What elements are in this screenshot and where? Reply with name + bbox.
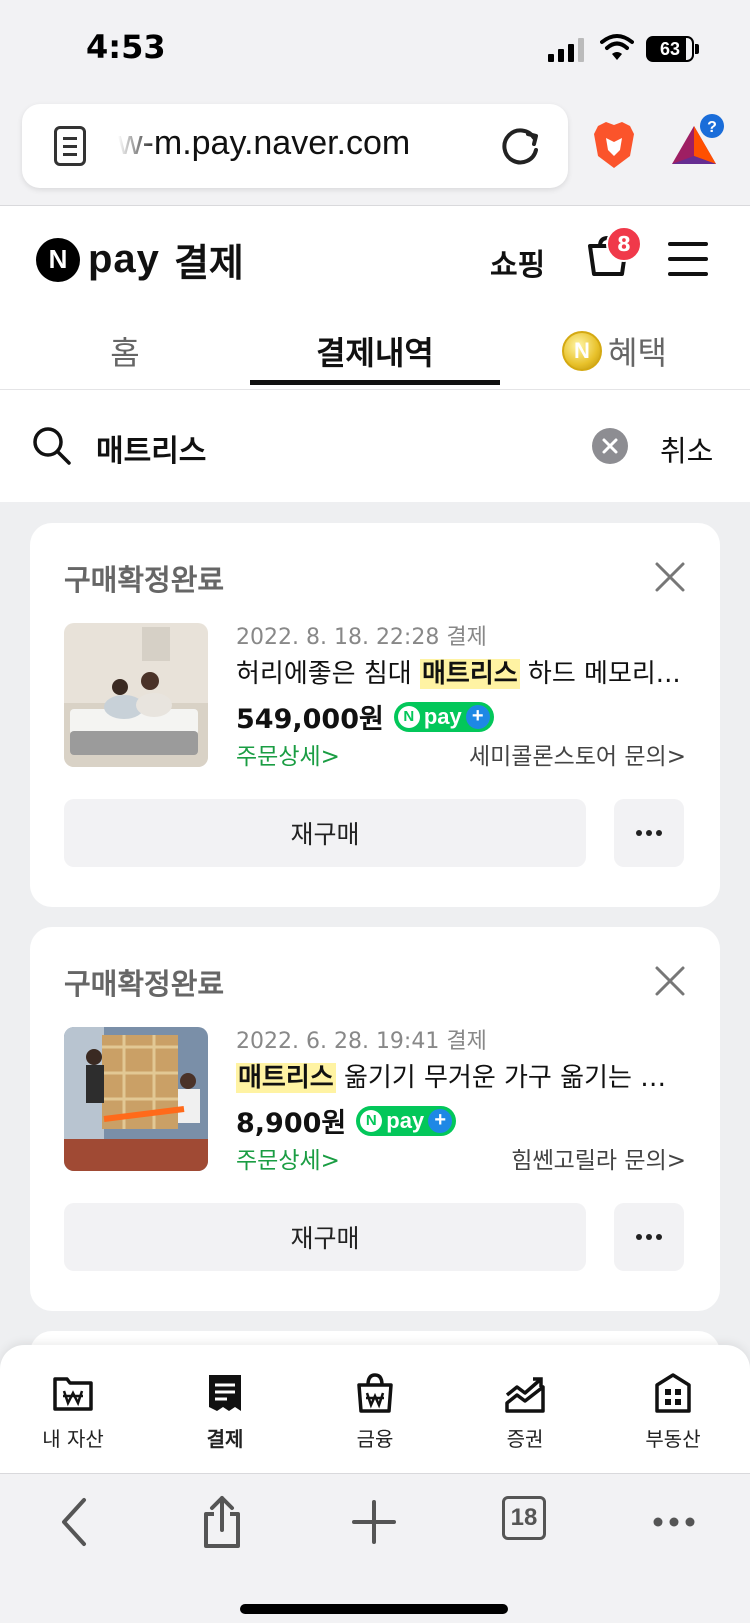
brave-shield-icon[interactable] — [592, 120, 636, 170]
price-row: 8,900원 N pay + — [236, 1101, 457, 1140]
order-detail-link[interactable]: 주문상세> — [236, 737, 340, 771]
home-indicator — [240, 1604, 508, 1614]
cancel-search-button[interactable]: 취소 — [660, 428, 713, 470]
more-options-button[interactable] — [614, 1203, 684, 1271]
nav-my-assets[interactable]: 내 자산 — [8, 1371, 138, 1452]
battery-icon: 63 — [646, 36, 694, 62]
svg-text:?: ? — [707, 119, 717, 136]
seller-inquiry-link[interactable]: 힘쎈고릴라 문의> — [511, 1141, 686, 1175]
back-icon[interactable] — [56, 1494, 92, 1550]
search-bar: 매트리스 취소 — [0, 390, 750, 502]
npay-n-icon: N — [397, 705, 420, 728]
product-title[interactable]: 매트리스 옮기기 무거운 가구 옮기는 기... — [236, 1057, 686, 1094]
seller-inquiry-link[interactable]: 세미콜론스토어 문의> — [469, 737, 686, 771]
clear-search-icon[interactable] — [592, 428, 628, 464]
order-status: 구매확정완료 — [64, 967, 225, 1001]
title-prefix: 허리에좋은 침대 — [236, 659, 420, 689]
battery-tip — [695, 44, 699, 54]
wifi-icon — [600, 34, 634, 60]
title-suffix: 옮기기 무거운 가구 옮기는 기... — [335, 1063, 686, 1093]
status-bar: 4:53 63 — [0, 0, 750, 100]
bottom-navigation: 내 자산 결제 금융 증권 부동산 — [0, 1345, 750, 1473]
npay-text: pay — [423, 703, 462, 729]
order-card: 구매확정완료 2022. 6. 28. 19:41 결제 매트리스 옮기기 무거… — [30, 927, 720, 1311]
title-suffix: 하드 메모리... — [519, 659, 681, 689]
order-date: 2022. 8. 18. 22:28 결제 — [236, 625, 487, 650]
browser-bottom-toolbar: 18 — [0, 1473, 750, 1623]
nav-label: 부동산 — [645, 1427, 701, 1451]
search-highlight: 매트리스 — [419, 659, 520, 689]
rebuy-button[interactable]: 재구매 — [64, 1203, 586, 1271]
rebuy-button[interactable]: 재구매 — [64, 799, 586, 867]
npay-plus-badge: N pay + — [393, 701, 494, 732]
npay-n-icon: N — [360, 1109, 383, 1132]
rewards-icon[interactable]: ? — [668, 112, 726, 170]
product-thumbnail[interactable] — [64, 623, 208, 767]
receipt-icon — [209, 1375, 241, 1411]
url-text[interactable]: w-m.pay.naver.com — [118, 124, 508, 163]
nav-label: 증권 — [506, 1427, 544, 1451]
coin-icon: N — [562, 331, 602, 371]
url-fade — [118, 114, 158, 178]
tab-benefits-label: 혜택 — [608, 334, 667, 372]
search-input[interactable]: 매트리스 — [96, 426, 206, 470]
tab-home[interactable]: 홈 — [80, 328, 170, 374]
plus-icon: + — [465, 704, 490, 729]
search-icon — [33, 427, 71, 465]
building-icon — [655, 1373, 691, 1413]
browser-toolbar: w-m.pay.naver.com ? — [0, 100, 750, 206]
npay-text: pay — [386, 1107, 425, 1133]
nav-stocks[interactable]: 증권 — [460, 1371, 590, 1452]
nav-finance[interactable]: 금융 — [310, 1371, 440, 1452]
plus-icon: + — [428, 1108, 453, 1133]
npay-plus-badge: N pay + — [356, 1105, 457, 1136]
more-icon[interactable] — [652, 1494, 696, 1550]
logo-pay-text: pay — [88, 237, 160, 281]
cellular-signal-icon — [548, 38, 584, 62]
nav-label: 금융 — [356, 1427, 394, 1451]
logo-sub-text: 결제 — [173, 241, 244, 285]
product-title[interactable]: 허리에좋은 침대 매트리스 하드 메모리... — [236, 653, 686, 690]
menu-icon[interactable] — [668, 242, 708, 276]
order-card: 구매확정완료 2022. 8. 18. 22:28 결제 허리에좋은 침대 매트… — [30, 523, 720, 907]
new-tab-icon[interactable] — [352, 1494, 396, 1550]
more-options-button[interactable] — [614, 799, 684, 867]
price-row: 549,000원 N pay + — [236, 697, 494, 736]
nav-label: 내 자산 — [42, 1427, 104, 1451]
bag-icon — [357, 1373, 393, 1413]
order-price: 8,900원 — [236, 1108, 347, 1139]
nav-real-estate[interactable]: 부동산 — [608, 1371, 738, 1452]
delete-order-icon[interactable] — [654, 965, 686, 997]
order-detail-link[interactable]: 주문상세> — [236, 1141, 340, 1175]
status-time: 4:53 — [86, 28, 166, 66]
delete-order-icon[interactable] — [654, 561, 686, 593]
chart-icon — [505, 1377, 545, 1413]
main-tabs: 홈 결제내역 N 혜택 — [0, 316, 750, 446]
wallet-icon — [53, 1377, 93, 1411]
npay-logo[interactable]: N pay 결제 — [36, 232, 244, 287]
order-date: 2022. 6. 28. 19:41 결제 — [236, 1029, 487, 1054]
active-tab-indicator — [250, 380, 500, 385]
share-icon[interactable] — [200, 1494, 244, 1550]
order-status: 구매확정완료 — [64, 563, 225, 597]
cart-count-badge: 8 — [606, 226, 642, 262]
battery-level: 63 — [659, 38, 681, 59]
app-header: N pay 결제 쇼핑 8 홈 결제내역 N 혜택 — [0, 206, 750, 446]
search-highlight: 매트리스 — [236, 1063, 336, 1093]
logo-n-mark: N — [36, 237, 80, 282]
product-thumbnail[interactable] — [64, 1027, 208, 1171]
shopping-link[interactable]: 쇼핑 — [490, 240, 545, 284]
page-info-icon[interactable] — [54, 126, 86, 166]
tabs-count-icon[interactable]: 18 — [502, 1496, 546, 1540]
order-price: 549,000원 — [236, 704, 384, 735]
nav-label: 결제 — [206, 1427, 244, 1451]
reload-icon[interactable] — [498, 124, 542, 168]
tab-benefits[interactable]: N 혜택 — [562, 328, 692, 374]
tab-payment-history[interactable]: 결제내역 — [250, 328, 500, 374]
nav-payment[interactable]: 결제 — [160, 1371, 290, 1452]
address-bar[interactable]: w-m.pay.naver.com — [22, 104, 568, 188]
